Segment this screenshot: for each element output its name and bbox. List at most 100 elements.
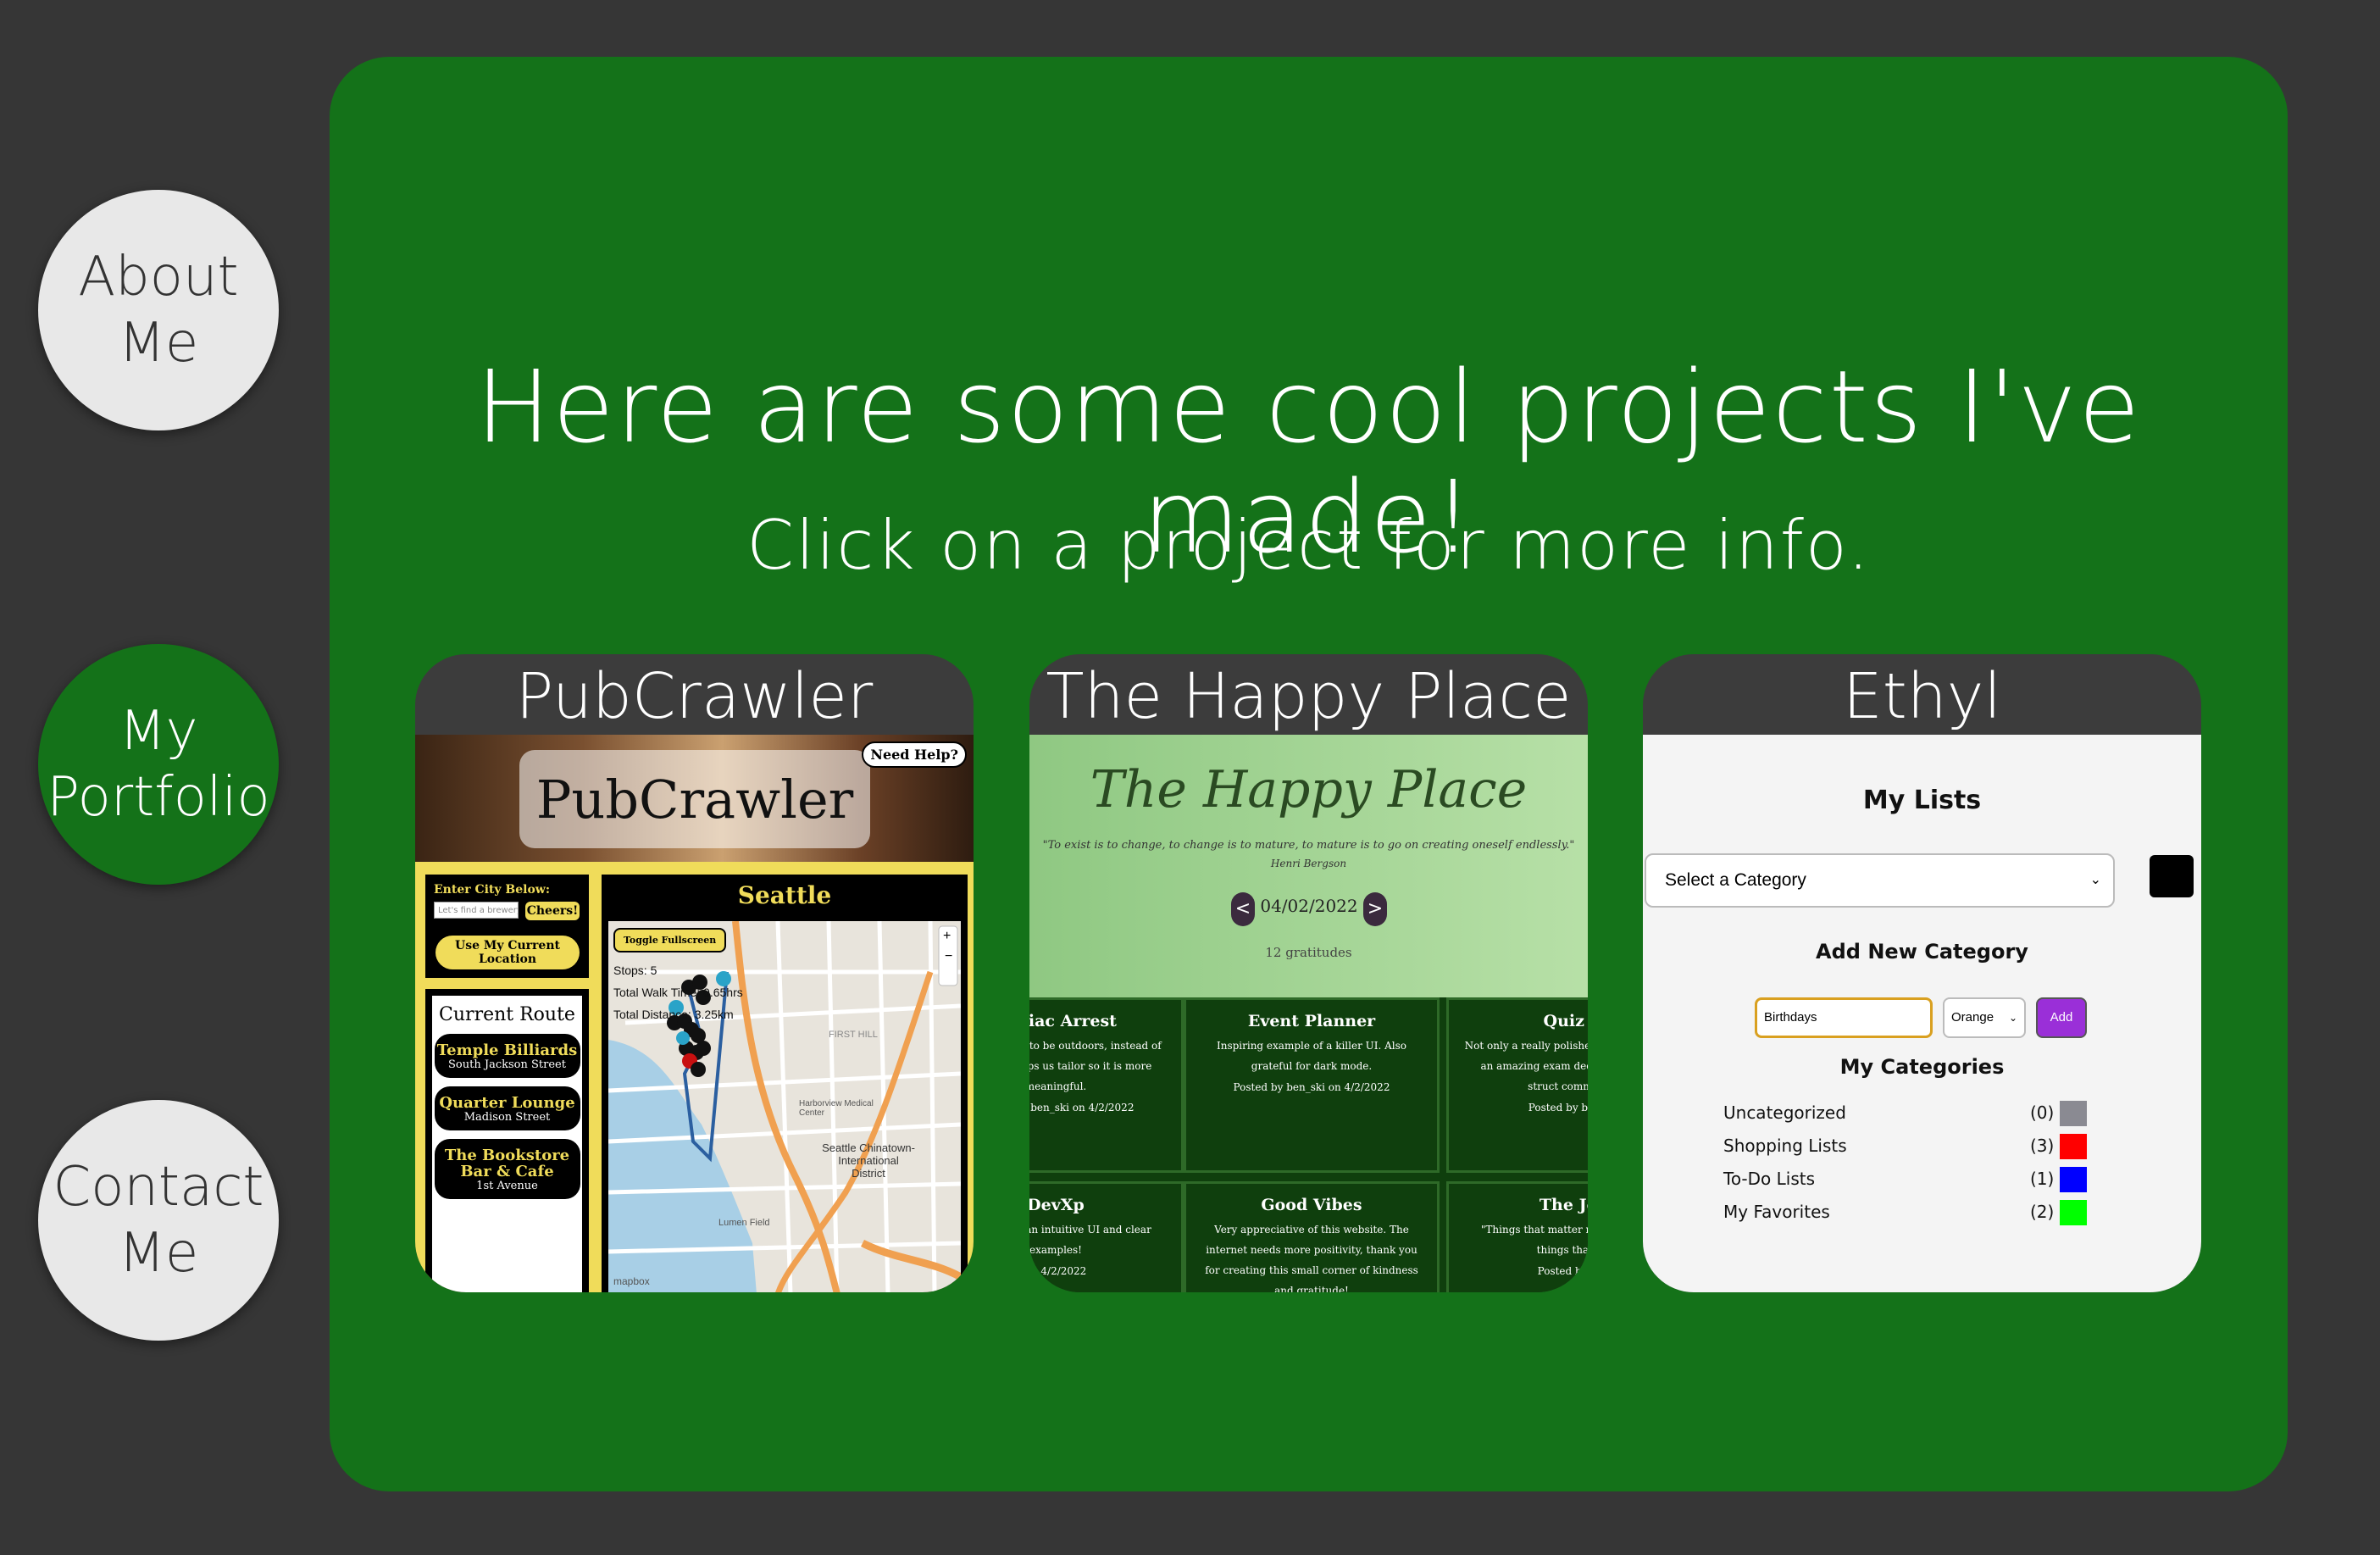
new-category-input: Birthdays — [1755, 997, 1933, 1038]
map: + − Toggle Fullscreen Stops: 5 Total Wal… — [608, 921, 961, 1292]
project-title: The Happy Place — [1046, 660, 1572, 733]
project-card-ethyl[interactable]: Ethyl My Lists Select a Category ⌄ Add N… — [1643, 654, 2201, 1292]
hero-section: The Happy Place "To exist is to change, … — [1029, 735, 1588, 997]
route-panel: Current Route Temple Billiards South Jac… — [425, 989, 589, 1292]
post-title: The Jou — [1539, 1196, 1588, 1214]
lists-heading: My Lists — [1862, 786, 1982, 815]
gratitude-post: Good Vibes Very appreciative of this web… — [1184, 1181, 1440, 1292]
category-row: Uncategorized (0) — [1723, 1099, 2096, 1128]
post-author: Posted by ben_ski on 4/2/2022 — [1233, 1081, 1390, 1093]
category-select: Select a Category ⌄ — [1645, 853, 2115, 908]
quote: "To exist is to change, to change is to … — [1042, 839, 1575, 852]
post-text: Encourages us to be outdoors, instead of… — [1029, 1040, 1162, 1092]
category-color-swatch — [2060, 1200, 2087, 1225]
category-name: Uncategorized — [1723, 1102, 1846, 1123]
mapbox-logo: mapbox — [613, 1275, 650, 1287]
route-stat: Total Distance: 3.25km — [613, 1008, 734, 1021]
gratitude-post: Quiz H Not only a really polished and li… — [1446, 997, 1588, 1173]
chevron-down-icon: ⌄ — [2089, 873, 2101, 887]
map-graphic: + − — [608, 921, 961, 1292]
help-button: Need Help? — [862, 741, 967, 768]
category-count: (3) — [2030, 1136, 2055, 1156]
post-text: Inspiring example of a killer UI. Also g… — [1216, 1040, 1407, 1072]
route-title: Current Route — [439, 1004, 575, 1025]
categories-heading: My Categories — [1839, 1055, 2005, 1079]
city-input: Let's find a brewery! — [434, 902, 519, 919]
project-screenshot: The Happy Place "To exist is to change, … — [1029, 735, 1588, 1292]
next-date-button: > — [1363, 892, 1387, 926]
stop-name: The Bookstore Bar & Cafe — [444, 1147, 570, 1180]
category-row: My Favorites (2) — [1723, 1198, 2096, 1227]
nav-about-me[interactable]: About Me — [38, 190, 279, 430]
stop-street: 1st Avenue — [476, 1180, 538, 1192]
svg-text:+: + — [943, 929, 951, 943]
category-color-swatch — [2060, 1167, 2087, 1192]
gratitude-post: Zodiac Arrest Encourages us to be outdoo… — [1029, 997, 1184, 1173]
nav-contact-me[interactable]: Contact Me — [38, 1100, 279, 1341]
fullscreen-button: Toggle Fullscreen — [613, 928, 727, 952]
post-author: Posted by And — [1537, 1265, 1588, 1277]
add-button: Add — [2036, 997, 2087, 1038]
project-card-pubcrawler[interactable]: PubCrawler PubCrawler Need Help? Enter C… — [415, 654, 974, 1292]
post-text: Not only a really polished and like me, … — [1464, 1040, 1588, 1092]
category-color-swatch — [2060, 1101, 2087, 1126]
category-count: (1) — [2030, 1169, 2055, 1189]
city-label: Enter City Below: — [434, 883, 551, 897]
post-text: Very appreciative of this website. The i… — [1205, 1224, 1418, 1292]
portfolio-panel: Here are some cool projects I've made! C… — [330, 57, 2288, 1491]
color-select-label: Orange — [1951, 1010, 1994, 1025]
color-select: Orange ⌄ — [1943, 997, 2026, 1038]
app-title: The Happy Place — [1090, 760, 1528, 819]
color-swatch — [2150, 855, 2194, 897]
map-label: Lumen Field — [718, 1218, 770, 1228]
stop-street: Madison Street — [463, 1111, 551, 1124]
route-stop: The Bookstore Bar & Cafe 1st Avenue — [434, 1139, 580, 1199]
gratitude-post: Event Planner Inspiring example of a kil… — [1184, 997, 1440, 1173]
map-label: Harborview Medical Center — [799, 1099, 874, 1118]
category-color-swatch — [2060, 1134, 2087, 1159]
post-author: Posted by ben_ski — [1528, 1102, 1588, 1113]
project-title: Ethyl — [1842, 660, 2002, 733]
page-subtitle: Click on a project for more info. — [746, 506, 1871, 585]
project-screenshot: PubCrawler Need Help? Enter City Below: … — [415, 735, 974, 1292]
map-city-title: Seattle — [737, 881, 832, 909]
post-title: Zodiac Arrest — [1029, 1012, 1117, 1030]
gratitude-post: DevXp Source with an intuitive UI and cl… — [1029, 1181, 1184, 1292]
post-title: Event Planner — [1247, 1012, 1376, 1030]
post-title: DevXp — [1029, 1196, 1085, 1214]
route-stat: Stops: 5 — [613, 964, 657, 977]
post-author: Posted by ben_ski on 4/2/2022 — [1029, 1102, 1135, 1113]
post-text: "Things that matter most s mercy of thin… — [1480, 1224, 1588, 1256]
cheers-button: Cheers! — [525, 902, 580, 920]
stop-name: Temple Billiards — [436, 1041, 578, 1059]
chevron-down-icon: ⌄ — [2008, 1012, 2017, 1024]
category-count: (0) — [2030, 1102, 2055, 1123]
category-name: My Favorites — [1723, 1202, 1830, 1222]
stop-street: South Jackson Street — [448, 1058, 566, 1071]
map-label: Seattle Chinatown-International District — [822, 1141, 915, 1180]
post-title: Quiz H — [1543, 1012, 1588, 1030]
stop-name: Quarter Lounge — [439, 1094, 575, 1112]
nav-my-portfolio[interactable]: My Portfolio — [38, 644, 279, 885]
category-count: (2) — [2030, 1202, 2055, 1222]
app-logo: PubCrawler — [519, 750, 870, 848]
post-author: on 4/2/2022 — [1029, 1265, 1087, 1277]
gratitude-post: The Jou "Things that matter most s mercy… — [1446, 1181, 1588, 1292]
project-card-happy-place[interactable]: The Happy Place The Happy Place "To exis… — [1029, 654, 1588, 1292]
current-date: 04/02/2022 — [1260, 896, 1358, 916]
current-location-button: Use My Current Location — [436, 936, 580, 969]
map-panel: Seattle + − Toggle Fullscreen Stops: 5 T… — [602, 875, 968, 1292]
category-row: Shopping Lists (3) — [1723, 1132, 2096, 1161]
city-search-panel: Enter City Below: Let's find a brewery! … — [425, 875, 589, 978]
route-stop: Temple Billiards South Jackson Street — [434, 1034, 580, 1078]
category-name: Shopping Lists — [1723, 1136, 1847, 1156]
quote-author: Henri Bergson — [1270, 858, 1347, 869]
category-name: To-Do Lists — [1723, 1169, 1816, 1189]
post-text: Source with an intuitive UI and clear ex… — [1029, 1224, 1151, 1256]
project-title: PubCrawler — [515, 660, 874, 733]
prev-date-button: < — [1231, 892, 1255, 926]
add-category-heading: Add New Category — [1816, 940, 2028, 964]
post-title: Good Vibes — [1261, 1196, 1362, 1214]
route-stop: Quarter Lounge Madison Street — [434, 1086, 580, 1130]
category-row: To-Do Lists (1) — [1723, 1165, 2096, 1194]
